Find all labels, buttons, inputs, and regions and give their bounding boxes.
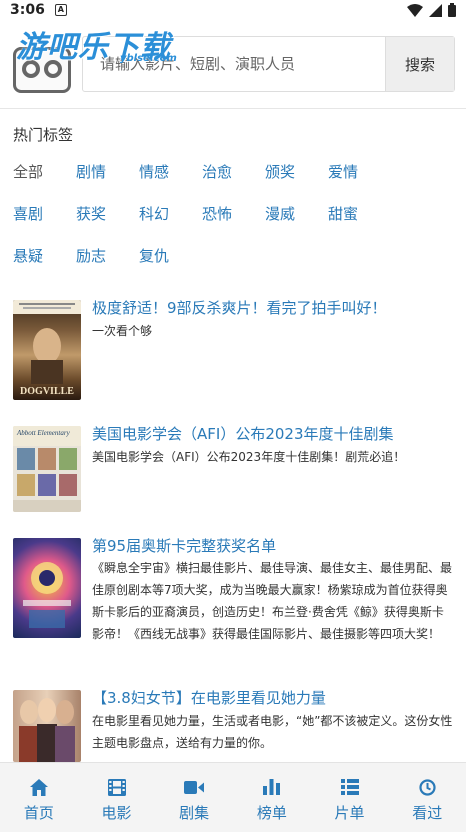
nav-label: 片单 bbox=[334, 804, 365, 822]
thumbnail-caption: DOGVILLE bbox=[20, 386, 74, 397]
hot-tags: 全部 剧情 情感 治愈 颁奖 爱情喜剧 获奖 科幻 恐怖 漫威 甜蜜悬疑 励志 复仇 bbox=[13, 158, 453, 270]
article-description: 在电影里看见她力量，生活或者电影，“她”都不该被定义。这份女性主题电影盘点，送给… bbox=[92, 714, 453, 750]
status-time: 3:06 bbox=[10, 2, 45, 18]
article-thumbnail[interactable]: DOGVILLE bbox=[13, 300, 81, 400]
header: 搜索 游吧乐下载 yblse.com bbox=[0, 20, 466, 108]
list-icon bbox=[340, 776, 359, 798]
thumbnail-caption: Abbott Elementary bbox=[16, 429, 71, 437]
search-button[interactable]: 搜索 bbox=[385, 37, 454, 91]
tag-item[interactable]: 情感 bbox=[139, 158, 202, 186]
tag-item[interactable]: 剧情 bbox=[76, 158, 139, 186]
watermark-url: yblse.com bbox=[120, 53, 177, 64]
nav-label: 首页 bbox=[23, 804, 54, 822]
article-thumbnail[interactable] bbox=[13, 690, 81, 762]
nav-item-home[interactable]: 首页 bbox=[0, 763, 78, 832]
tag-item[interactable]: 喜剧 bbox=[13, 200, 76, 228]
nav-label: 看过 bbox=[412, 804, 443, 822]
tag-item[interactable]: 获奖 bbox=[76, 200, 139, 228]
article-title[interactable]: 极度舒适！9部反杀爽片！看完了拍手叫好！ bbox=[92, 298, 452, 318]
tag-item[interactable]: 悬疑 bbox=[13, 242, 76, 270]
article-description: 一次看个够 bbox=[92, 324, 153, 338]
nav-item-series[interactable]: 剧集 bbox=[155, 763, 233, 832]
home-icon bbox=[29, 776, 48, 798]
article-description: 美国电影学会（AFI）公布2023年度十佳剧集！剧荒必追！ bbox=[92, 450, 406, 464]
tag-item[interactable]: 恐怖 bbox=[202, 200, 265, 228]
tag-item[interactable]: 全部 bbox=[13, 158, 76, 186]
nav-label: 榜单 bbox=[256, 804, 287, 822]
video-camera-icon bbox=[184, 776, 205, 798]
battery-icon bbox=[448, 3, 456, 17]
article-title[interactable]: 【3.8妇女节】在电影里看见她力量 bbox=[92, 688, 452, 708]
tag-item[interactable]: 甜蜜 bbox=[328, 200, 391, 228]
clock-icon bbox=[419, 776, 436, 798]
tag-item[interactable]: 颁奖 bbox=[265, 158, 328, 186]
bottom-nav: 首页 电影 剧集 榜单 片单 看过 bbox=[0, 762, 466, 832]
signal-icon bbox=[429, 3, 442, 17]
tag-item[interactable]: 复仇 bbox=[139, 242, 202, 270]
article-thumbnail[interactable]: Abbott Elementary bbox=[13, 426, 81, 512]
film-icon bbox=[107, 776, 126, 798]
tag-item[interactable]: 治愈 bbox=[202, 158, 265, 186]
nav-label: 剧集 bbox=[179, 804, 210, 822]
tag-item[interactable]: 科幻 bbox=[139, 200, 202, 228]
nav-label: 电影 bbox=[101, 804, 132, 822]
status-bar: 3:06 A bbox=[0, 0, 466, 20]
status-icons bbox=[407, 3, 456, 17]
nav-item-movies[interactable]: 电影 bbox=[78, 763, 156, 832]
tag-item[interactable]: 漫威 bbox=[265, 200, 328, 228]
article-title[interactable]: 美国电影学会（AFI）公布2023年度十佳剧集 bbox=[92, 424, 452, 444]
nav-item-playlists[interactable]: 片单 bbox=[311, 763, 389, 832]
hot-tags-title: 热门标签 bbox=[13, 126, 74, 144]
header-divider bbox=[0, 108, 466, 109]
bar-chart-icon bbox=[263, 776, 281, 798]
article-description: 《瞬息全宇宙》横扫最佳影片、最佳导演、最佳女主、最佳男配、最佳原创剧本等7项大奖… bbox=[92, 561, 453, 641]
nav-item-rankings[interactable]: 榜单 bbox=[233, 763, 311, 832]
article-thumbnail[interactable] bbox=[13, 538, 81, 638]
tag-item[interactable]: 励志 bbox=[76, 242, 139, 270]
wifi-icon bbox=[407, 3, 423, 17]
notification-icon: A bbox=[54, 4, 67, 16]
tag-item[interactable]: 爱情 bbox=[328, 158, 391, 186]
nav-item-history[interactable]: 看过 bbox=[388, 763, 466, 832]
article-title[interactable]: 第95届奥斯卡完整获奖名单 bbox=[92, 536, 452, 556]
